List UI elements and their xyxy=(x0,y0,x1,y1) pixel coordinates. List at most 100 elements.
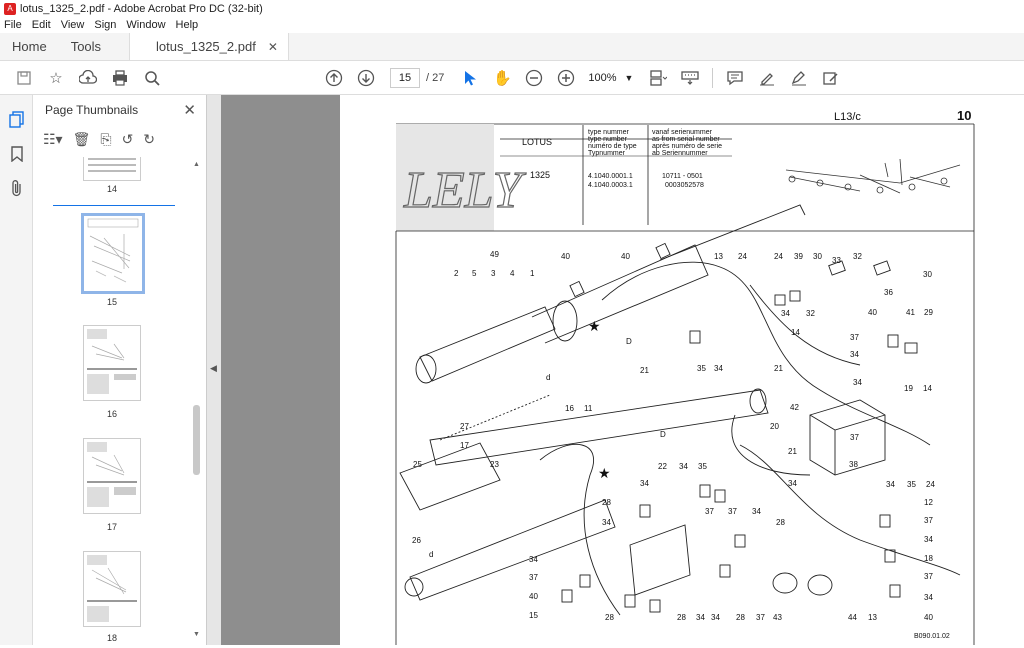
acrobat-app-icon: A xyxy=(4,2,16,15)
exploded-parts-drawing: ★ ★ xyxy=(399,204,961,616)
callout-label: 35 xyxy=(698,462,707,471)
callout-label: 18 xyxy=(924,554,933,563)
next-page-icon[interactable] xyxy=(353,65,379,91)
page-thumbnails-icon[interactable] xyxy=(0,103,33,137)
callout-label: 5 xyxy=(472,269,477,278)
callout-label: 28 xyxy=(736,613,745,622)
callout-label: 34 xyxy=(602,518,611,527)
tab-document[interactable]: lotus_1325_2.pdf ✕ xyxy=(129,33,289,60)
page-thumbnail[interactable] xyxy=(83,157,141,181)
menu-view[interactable]: View xyxy=(61,19,85,31)
page-number-input[interactable]: 15 xyxy=(390,67,420,88)
callout-label: 44 xyxy=(848,613,857,622)
callout-label: 34 xyxy=(924,593,933,602)
search-zoom-icon[interactable] xyxy=(139,65,165,91)
menu-file[interactable]: File xyxy=(4,19,22,31)
comment-icon[interactable] xyxy=(722,65,748,91)
keyboard-icon[interactable] xyxy=(677,65,703,91)
lely-logo: LELY xyxy=(402,161,527,219)
select-cursor-icon[interactable] xyxy=(457,65,483,91)
callout-label: 37 xyxy=(850,433,859,442)
scrollbar-thumb[interactable] xyxy=(193,405,200,475)
callout-label: D xyxy=(660,430,666,439)
callout-label: 34 xyxy=(924,535,933,544)
callout-label: 22 xyxy=(658,462,667,471)
callout-label: 37 xyxy=(529,573,538,582)
fittings xyxy=(561,242,918,613)
serial-label-4: ab Seriennummer xyxy=(652,150,708,157)
menu-help[interactable]: Help xyxy=(176,19,199,31)
fill-sign-icon[interactable] xyxy=(818,65,844,91)
save-icon[interactable] xyxy=(11,65,37,91)
sign-pen-icon[interactable] xyxy=(786,65,812,91)
rotate-clockwise-icon[interactable]: ↻ xyxy=(143,131,155,148)
hand-tool-icon[interactable]: ✋ xyxy=(489,65,515,91)
rotate-counterclockwise-icon[interactable]: ↺ xyxy=(122,131,134,148)
callout-label: 24 xyxy=(774,252,783,261)
callout-label: 35 xyxy=(907,480,916,489)
bookmarks-icon[interactable] xyxy=(0,137,33,171)
callout-label: 15 xyxy=(529,611,538,620)
page-thumbnail-selected[interactable] xyxy=(81,213,145,294)
bookmark-star-icon[interactable]: ☆ xyxy=(43,65,69,91)
thumbnails-scrollbar[interactable]: ▲ ▼ xyxy=(191,157,203,645)
callout-label: 40 xyxy=(868,308,877,317)
zoom-level-select[interactable]: 100% ▼ xyxy=(582,72,642,84)
pdf-model-label: LOTUS xyxy=(522,137,552,147)
scroll-up-icon[interactable]: ▲ xyxy=(193,161,200,168)
callout-label: 32 xyxy=(853,252,862,261)
page-display-icon[interactable] xyxy=(645,65,671,91)
thumbnail-drawing xyxy=(87,442,137,507)
callout-label: 1 xyxy=(530,269,535,278)
page-reference: L13/c xyxy=(834,111,861,123)
callout-label: 14 xyxy=(923,384,932,393)
callout-label: 41 xyxy=(906,308,915,317)
callout-label: 39 xyxy=(794,252,803,261)
upload-cloud-icon[interactable] xyxy=(75,65,101,91)
tab-document-label: lotus_1325_2.pdf xyxy=(156,39,256,54)
callout-label: 49 xyxy=(490,250,499,259)
zoom-out-icon[interactable] xyxy=(521,65,547,91)
delete-page-icon[interactable]: 🗑 xyxy=(73,131,91,148)
print-icon[interactable] xyxy=(107,65,133,91)
page-thumbnail[interactable] xyxy=(83,438,141,514)
page-thumbnail[interactable] xyxy=(83,551,141,627)
previous-page-icon[interactable] xyxy=(321,65,347,91)
insertion-marker xyxy=(53,205,175,206)
callout-label: 37 xyxy=(756,613,765,622)
toolbar-separator xyxy=(712,67,714,88)
callout-label: 37 xyxy=(850,333,859,342)
callout-label: 34 xyxy=(529,555,538,564)
thumbnail-options-icon[interactable]: ☷▾ xyxy=(43,131,63,148)
menu-sign[interactable]: Sign xyxy=(94,19,116,31)
close-panel-icon[interactable]: ✕ xyxy=(183,101,196,119)
callout-label: 34 xyxy=(853,378,862,387)
pdf-page-canvas: LELY ★ ★ 492 5 3 4 140 40 13 24 24 39 30… xyxy=(395,108,975,645)
panel-collapse-handle[interactable]: ◀ xyxy=(207,95,221,645)
callout-label: 16 xyxy=(565,404,574,413)
document-viewer[interactable]: LELY ★ ★ 49 2 5 3 4 1 40 40 13 24 24 39 … xyxy=(221,95,1024,645)
callout-label: 28 xyxy=(776,518,785,527)
insert-page-icon[interactable]: ⎘ xyxy=(100,131,111,148)
callout-label: 23 xyxy=(490,460,499,469)
svg-text:★: ★ xyxy=(598,465,611,481)
tab-tools[interactable]: Tools xyxy=(59,33,113,60)
highlight-pen-icon[interactable] xyxy=(754,65,780,91)
thumbnails-list: 14 15 16 17 18 xyxy=(33,157,193,645)
scroll-down-icon[interactable]: ▼ xyxy=(193,631,200,638)
callout-labels: 492 5 3 4 140 40 13 24 24 39 30 33 32303634 321440 41 2… xyxy=(412,250,935,622)
tab-home[interactable]: Home xyxy=(0,33,59,60)
menu-window[interactable]: Window xyxy=(126,19,165,31)
close-tab-icon[interactable]: ✕ xyxy=(268,40,278,54)
thumbnail-drawing xyxy=(87,555,137,622)
attachments-paperclip-icon[interactable] xyxy=(0,171,33,205)
callout-label: 24 xyxy=(926,480,935,489)
callout-label: 13 xyxy=(714,252,723,261)
thumbnail-page-number: 15 xyxy=(106,297,117,307)
page-thumbnail[interactable] xyxy=(83,325,141,401)
zoom-in-icon[interactable] xyxy=(553,65,579,91)
type-number-label-4: Typnummer xyxy=(588,150,626,157)
callout-label: 14 xyxy=(791,328,800,337)
menu-edit[interactable]: Edit xyxy=(32,19,51,31)
callout-label: 40 xyxy=(561,252,570,261)
